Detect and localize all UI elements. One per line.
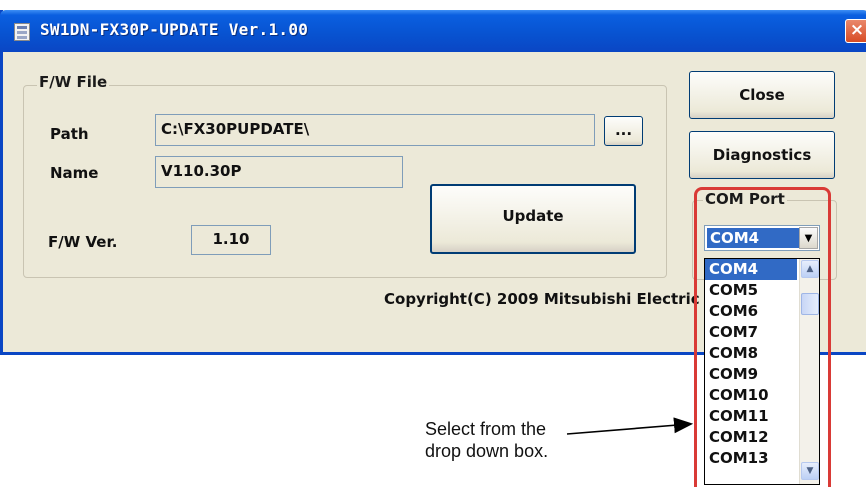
highlight-box xyxy=(694,187,831,487)
name-label: Name xyxy=(50,164,99,182)
annotation-line-2: drop down box. xyxy=(425,441,549,461)
fw-file-group-title: F/W File xyxy=(37,73,110,91)
close-icon[interactable]: × xyxy=(845,19,866,43)
annotation-text: Select from the drop down box. xyxy=(425,418,548,462)
close-button[interactable]: Close xyxy=(689,71,835,119)
name-field: V110.30P xyxy=(155,156,403,188)
title-bar[interactable]: SW1DN-FX30P-UPDATE Ver.1.00 × xyxy=(0,10,866,52)
annotation-line-1: Select from the xyxy=(425,419,547,439)
path-field: C:\FX30PUPDATE\ xyxy=(155,114,595,146)
path-label: Path xyxy=(50,125,89,143)
browse-button[interactable]: ... xyxy=(604,116,643,146)
fw-ver-label: F/W Ver. xyxy=(48,233,118,251)
fw-ver-field: 1.10 xyxy=(191,225,271,255)
diagnostics-button[interactable]: Diagnostics xyxy=(689,131,835,179)
window-title: SW1DN-FX30P-UPDATE Ver.1.00 xyxy=(40,20,309,39)
app-icon xyxy=(14,23,30,41)
update-button[interactable]: Update xyxy=(430,184,636,254)
